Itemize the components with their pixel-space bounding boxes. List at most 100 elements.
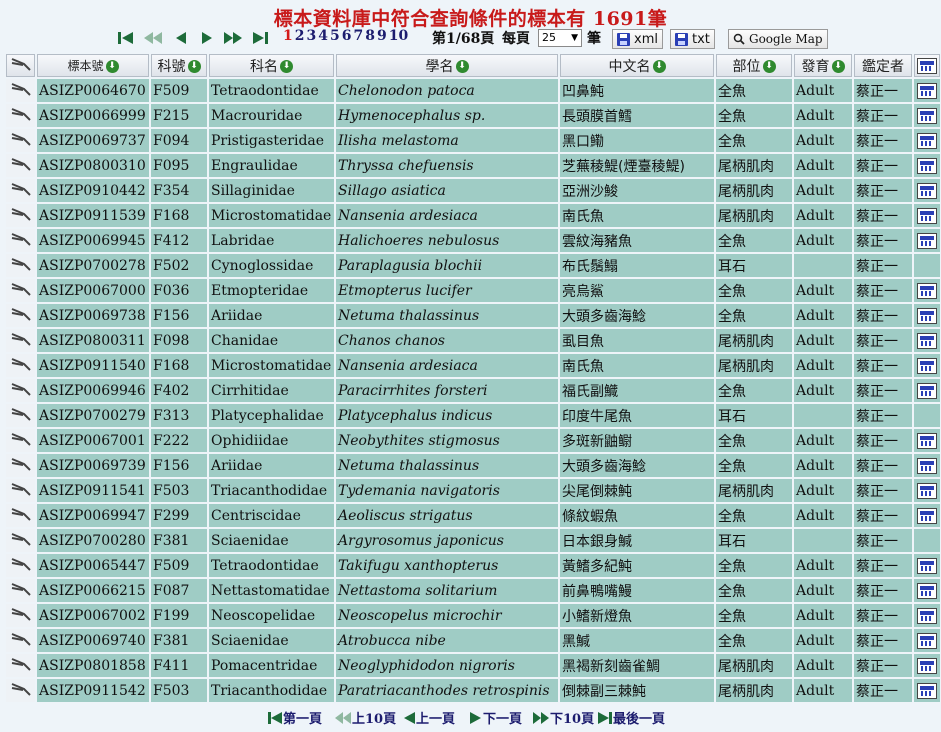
image-icon[interactable] bbox=[917, 282, 937, 299]
image-icon[interactable] bbox=[917, 482, 937, 499]
specimen-tool-button[interactable] bbox=[6, 479, 35, 502]
sort-down-icon[interactable]: ⬇ bbox=[187, 60, 201, 73]
image-icon[interactable] bbox=[917, 457, 937, 474]
sort-down-icon[interactable]: ⬇ bbox=[105, 59, 119, 73]
image-cell[interactable] bbox=[914, 654, 940, 677]
specimen-tool-button[interactable] bbox=[6, 154, 35, 177]
specimen-tool-button[interactable] bbox=[6, 504, 35, 527]
image-cell[interactable] bbox=[914, 229, 940, 252]
specimen-tool-button[interactable] bbox=[6, 554, 35, 577]
specimen-tool-button[interactable] bbox=[6, 604, 35, 627]
specimen-tool-button[interactable] bbox=[6, 129, 35, 152]
image-icon[interactable] bbox=[917, 632, 937, 649]
col-header-chinese-name[interactable]: 中文名 ⬇ bbox=[560, 54, 714, 77]
sort-down-icon[interactable]: ⬇ bbox=[652, 60, 666, 73]
page-link-5[interactable]: 5 bbox=[330, 28, 340, 44]
image-icon[interactable] bbox=[917, 332, 937, 349]
image-icon[interactable] bbox=[917, 382, 937, 399]
prev-10-icon[interactable] bbox=[142, 29, 164, 47]
col-header-scientific-name[interactable]: 學名 ⬇ bbox=[336, 54, 558, 77]
page-link-2[interactable]: 2 bbox=[295, 28, 305, 44]
image-icon[interactable] bbox=[917, 357, 937, 374]
image-icon[interactable] bbox=[917, 207, 937, 224]
sort-down-icon[interactable]: ⬇ bbox=[280, 60, 293, 73]
image-cell[interactable] bbox=[914, 154, 940, 177]
image-cell[interactable] bbox=[914, 279, 940, 302]
col-header-stage[interactable]: 發育 ⬇ bbox=[794, 54, 852, 77]
page-link-9[interactable]: 9 bbox=[377, 28, 387, 44]
specimen-tool-button[interactable] bbox=[6, 579, 35, 602]
col-header-family[interactable]: 科名 ⬇ bbox=[209, 54, 334, 77]
image-icon[interactable] bbox=[917, 307, 937, 324]
specimen-tool-button[interactable] bbox=[6, 454, 35, 477]
image-cell[interactable] bbox=[914, 379, 940, 402]
specimen-tool-button[interactable] bbox=[6, 229, 35, 252]
page-link-1[interactable]: 1 bbox=[283, 28, 293, 44]
image-cell[interactable] bbox=[914, 454, 940, 477]
image-icon[interactable] bbox=[917, 107, 937, 124]
image-cell[interactable] bbox=[914, 504, 940, 527]
specimen-tool-button[interactable] bbox=[6, 79, 35, 102]
specimen-tool-button[interactable] bbox=[6, 179, 35, 202]
first-page-link[interactable]: 第一頁 bbox=[268, 708, 322, 727]
image-cell[interactable] bbox=[914, 679, 940, 702]
sort-down-icon[interactable]: ⬇ bbox=[762, 60, 776, 73]
image-icon[interactable] bbox=[917, 582, 937, 599]
specimen-tool-button[interactable] bbox=[6, 254, 35, 277]
specimen-tool-button[interactable] bbox=[6, 529, 35, 552]
export-xml-button[interactable]: xml bbox=[612, 29, 663, 49]
next-10-link[interactable]: 下10頁 bbox=[533, 708, 594, 727]
specimen-tool-button[interactable] bbox=[6, 329, 35, 352]
image-cell[interactable] bbox=[914, 479, 940, 502]
col-header-family-code[interactable]: 科號 ⬇ bbox=[151, 54, 207, 77]
col-header-catalog-no[interactable]: 標本號 ⬇ bbox=[37, 54, 149, 77]
specimen-tool-button[interactable] bbox=[6, 654, 35, 677]
image-icon[interactable] bbox=[917, 432, 937, 449]
image-icon[interactable] bbox=[917, 132, 937, 149]
image-cell[interactable] bbox=[914, 104, 940, 127]
specimen-tool-button[interactable] bbox=[6, 104, 35, 127]
page-link-6[interactable]: 6 bbox=[342, 28, 352, 44]
image-cell[interactable] bbox=[914, 329, 940, 352]
image-cell[interactable] bbox=[914, 604, 940, 627]
image-cell[interactable] bbox=[914, 354, 940, 377]
image-icon[interactable] bbox=[917, 557, 937, 574]
next-page-icon[interactable] bbox=[196, 29, 218, 47]
specimen-tool-button[interactable] bbox=[6, 404, 35, 427]
image-cell[interactable] bbox=[914, 204, 940, 227]
image-icon[interactable] bbox=[917, 507, 937, 524]
last-page-link[interactable]: 最後一頁 bbox=[598, 708, 665, 727]
image-cell[interactable] bbox=[914, 429, 940, 452]
specimen-tool-button[interactable] bbox=[6, 304, 35, 327]
image-icon[interactable] bbox=[917, 682, 937, 699]
specimen-tool-button[interactable] bbox=[6, 279, 35, 302]
page-link-3[interactable]: 3 bbox=[307, 28, 317, 44]
specimen-tool-button[interactable] bbox=[6, 354, 35, 377]
image-cell[interactable] bbox=[914, 129, 940, 152]
image-icon[interactable] bbox=[917, 607, 937, 624]
image-cell[interactable] bbox=[914, 629, 940, 652]
image-cell[interactable] bbox=[914, 579, 940, 602]
sort-down-icon[interactable]: ⬇ bbox=[831, 60, 845, 73]
image-icon[interactable] bbox=[917, 232, 937, 249]
image-icon[interactable] bbox=[917, 182, 937, 199]
page-link-10[interactable]: 10 bbox=[389, 28, 408, 44]
google-map-button[interactable]: Google Map bbox=[728, 29, 828, 49]
col-header-part[interactable]: 部位 ⬇ bbox=[716, 54, 792, 77]
next-10-icon[interactable] bbox=[222, 29, 244, 47]
specimen-tool-button[interactable] bbox=[6, 429, 35, 452]
image-cell[interactable] bbox=[914, 179, 940, 202]
page-link-4[interactable]: 4 bbox=[318, 28, 328, 44]
image-cell[interactable] bbox=[914, 304, 940, 327]
page-link-8[interactable]: 8 bbox=[365, 28, 375, 44]
image-icon[interactable] bbox=[917, 657, 937, 674]
first-page-icon[interactable] bbox=[115, 29, 137, 47]
specimen-tool-button[interactable] bbox=[6, 379, 35, 402]
prev-page-link[interactable]: 上一頁 bbox=[403, 708, 455, 727]
image-icon[interactable] bbox=[917, 157, 937, 174]
image-cell[interactable] bbox=[914, 79, 940, 102]
image-cell[interactable] bbox=[914, 554, 940, 577]
specimen-tool-button[interactable] bbox=[6, 204, 35, 227]
prev-page-icon[interactable] bbox=[170, 29, 192, 47]
specimen-tool-button[interactable] bbox=[6, 629, 35, 652]
